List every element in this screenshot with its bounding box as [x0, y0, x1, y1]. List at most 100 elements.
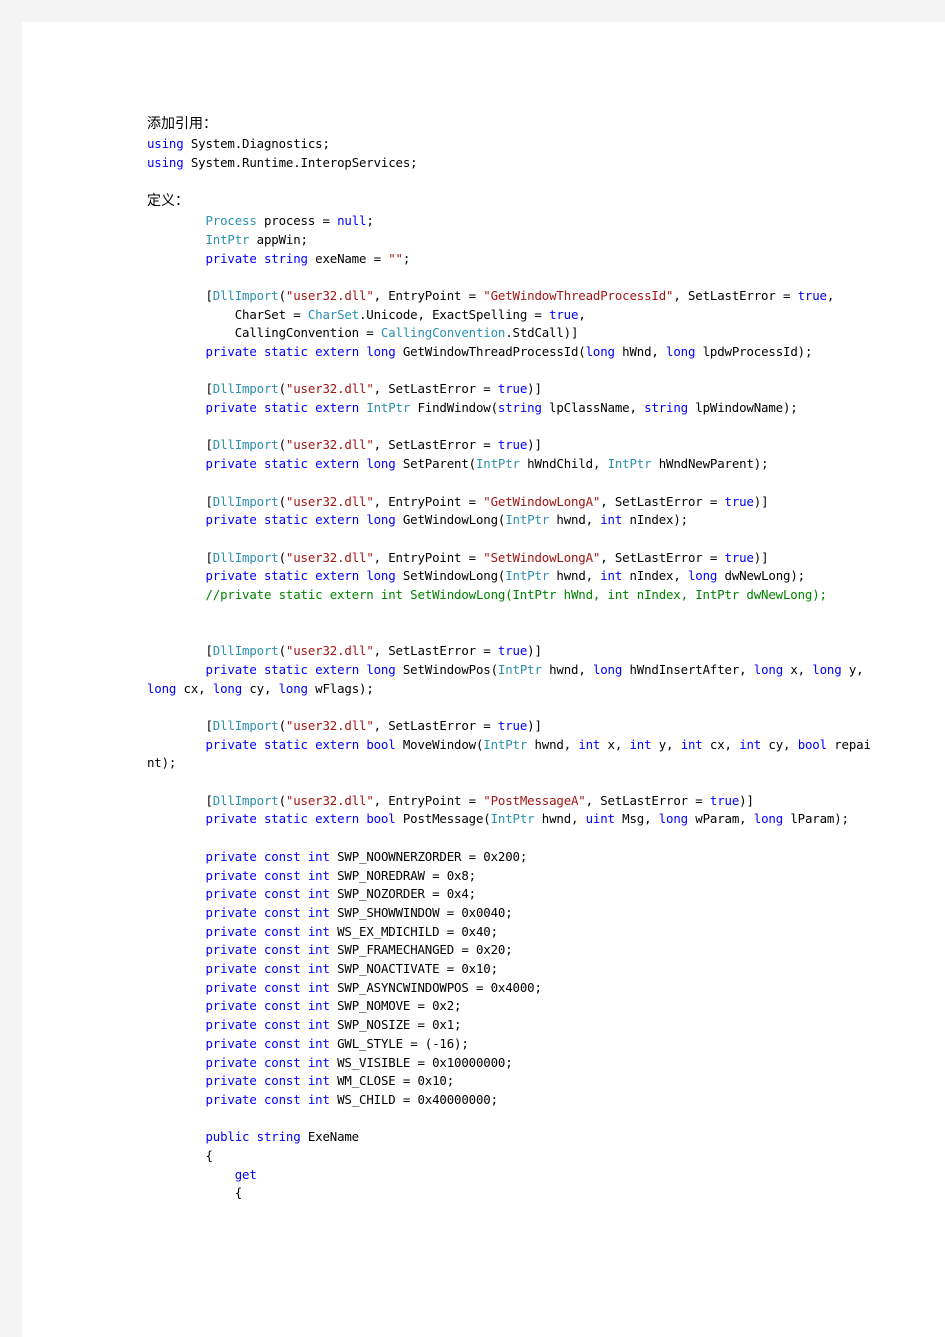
code-token-str: "user32.dll" [285, 792, 374, 808]
code-token-pln [301, 1055, 308, 1070]
code-token-pln: PostMessage( [395, 811, 491, 827]
code-token-pln: SetWindowPos( [395, 661, 498, 677]
code-token-pln [257, 961, 264, 976]
code-token-pln [257, 886, 264, 901]
code-token-pln: GetWindowThreadProcessId( [395, 344, 586, 359]
code-line: private static extern bool MoveWindow(In… [147, 736, 877, 773]
code-token-kw: private [205, 848, 257, 864]
code-token-kw: true [724, 549, 754, 565]
code-token-pln: SWP_NOACTIVATE = 0x10; [329, 961, 498, 977]
code-token-pln [147, 737, 205, 752]
code-token-str: "user32.dll" [285, 287, 374, 303]
code-token-pln: .Unicode, ExactSpelling = [359, 306, 550, 322]
code-token-kw: true [497, 643, 528, 659]
code-token-pln: , SetLastError = [373, 717, 498, 733]
code-token-kw: true [497, 717, 528, 733]
code-token-kw: long [592, 661, 623, 677]
code-token-type: IntPtr [505, 568, 550, 584]
code-token-pln: nIndex, [622, 568, 688, 584]
code-token-pln: cx, [702, 736, 740, 752]
code-token-kw: true [797, 287, 827, 303]
code-token-kw: int [629, 736, 652, 752]
code-token-type: IntPtr [475, 456, 520, 472]
code-token-kw: const [263, 961, 301, 977]
code-token-kw: private [205, 1017, 257, 1033]
code-line: [DllImport("user32.dll", SetLastError = … [147, 642, 877, 661]
code-token-pln: )] [753, 493, 769, 509]
code-token-pln: x, [600, 736, 630, 752]
code-token-pln: [ [147, 549, 213, 565]
code-token-pln: SWP_NOOWNERZORDER = 0x200; [329, 848, 528, 864]
code-token-pln [147, 587, 205, 602]
code-token-pln: SWP_NOSIZE = 0x1; [329, 1017, 462, 1033]
code-token-pln [257, 251, 264, 266]
code-token-pln: , SetLastError = [373, 381, 498, 397]
code-token-kw: true [724, 493, 754, 509]
code-line: using System.Diagnostics; [147, 135, 877, 154]
code-token-pln [147, 849, 205, 864]
code-token-kw: const [263, 867, 301, 883]
code-token-type: DllImport [212, 381, 279, 397]
code-token-pln [301, 1073, 308, 1088]
code-line: private const int SWP_SHOWWINDOW = 0x004… [147, 904, 877, 923]
code-token-kw: int [307, 1035, 330, 1051]
code-token-kw: true [497, 381, 528, 397]
code-token-pln: { [147, 1185, 243, 1201]
code-line: private const int WS_CHILD = 0x40000000; [147, 1091, 877, 1110]
code-document-body: 添加引用： using System.Diagnostics; using Sys… [147, 114, 877, 1203]
code-token-pln: , EntryPoint = [373, 549, 484, 565]
code-token-pln [147, 998, 205, 1013]
code-token-pln: ( [278, 381, 286, 397]
code-section-property-exename: public string ExeName { get { [147, 1128, 877, 1203]
code-section-dllimport-postmessage: [DllImport("user32.dll", EntryPoint = "P… [147, 792, 877, 829]
code-token-pln: dwNewLong); [717, 568, 806, 584]
code-token-pln [147, 1129, 205, 1144]
code-token-pln: , SetLastError = [373, 437, 498, 453]
code-token-pln: [ [147, 493, 213, 509]
code-token-type: DllImport [212, 643, 279, 659]
code-line: private const int SWP_NOMOVE = 0x2; [147, 997, 877, 1016]
document-page: 添加引用： using System.Diagnostics; using Sys… [22, 22, 945, 1337]
code-line: private string exeName = ""; [147, 250, 877, 269]
code-token-pln [301, 849, 308, 864]
code-token-kw: long [278, 680, 308, 696]
code-token-pln: [ [147, 437, 213, 453]
code-token-pln [257, 568, 264, 583]
code-token-str: "GetWindowThreadProcessId" [483, 287, 674, 303]
code-section-field-declarations: Process process = null; IntPtr appWin; p… [147, 212, 877, 268]
code-token-pln: SWP_NOREDRAW = 0x8; [329, 867, 476, 883]
code-line: { [147, 1147, 877, 1166]
code-token-pln: )] [527, 643, 542, 659]
code-token-kw: private [205, 661, 257, 677]
code-token-pln [301, 1017, 308, 1032]
code-token-pln: )] [739, 792, 754, 808]
code-token-pln [257, 1055, 264, 1070]
code-token-pln: y, [841, 661, 871, 677]
code-token-kw: extern [315, 456, 359, 472]
code-token-pln [147, 942, 205, 957]
code-section-dllimport-movewindow: [DllImport("user32.dll", SetLastError = … [147, 717, 877, 773]
code-token-str: "SetWindowLongA" [483, 549, 601, 565]
code-token-pln [301, 1036, 308, 1051]
code-token-kw: true [549, 306, 579, 322]
code-token-pln: ; [366, 213, 374, 229]
code-token-pln [257, 942, 264, 957]
code-token-kw: string [263, 250, 308, 266]
code-token-pln: MoveWindow( [395, 736, 484, 752]
code-token-pln: SetParent( [395, 456, 476, 472]
code-token-pln: [ [147, 643, 213, 659]
code-line: private const int SWP_NOACTIVATE = 0x10; [147, 960, 877, 979]
code-token-kw: private [205, 736, 257, 752]
code-token-pln: hwnd, [541, 661, 593, 677]
code-token-pln: Msg, [614, 811, 659, 827]
code-token-type: DllImport [212, 287, 279, 303]
code-token-kw: int [680, 736, 703, 752]
code-token-kw: private [205, 568, 257, 584]
code-token-pln: cx, [176, 680, 213, 696]
code-token-pln [147, 980, 205, 995]
code-token-kw: int [600, 568, 623, 584]
code-line: private const int SWP_NOZORDER = 0x4; [147, 885, 877, 904]
